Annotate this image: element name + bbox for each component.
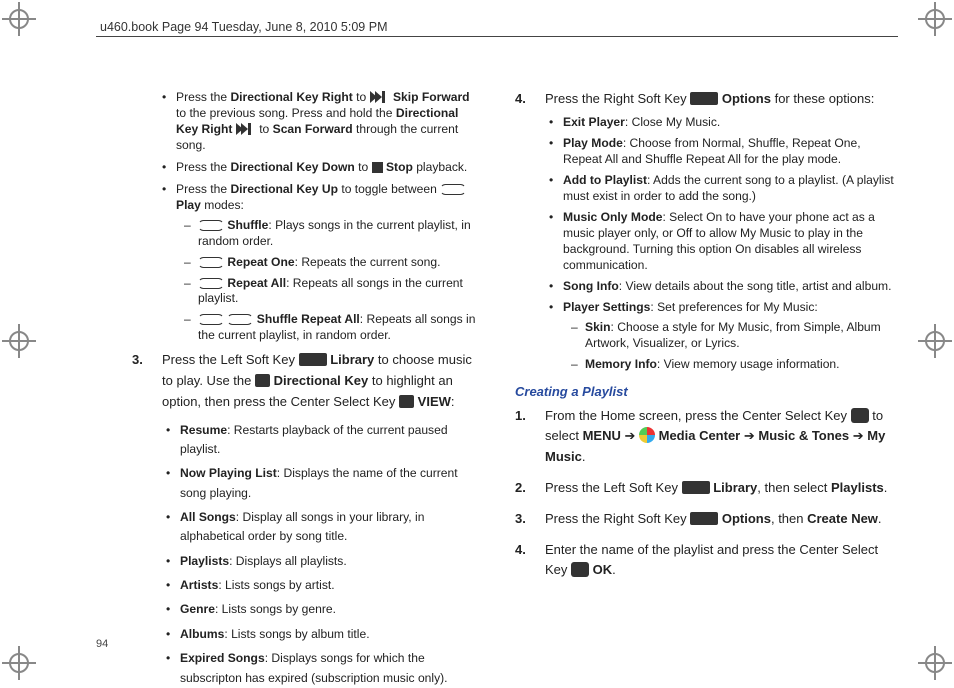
- column-right: 4. Press the Right Soft Key Options for …: [515, 90, 898, 642]
- skip-forward-icon: [236, 123, 256, 136]
- list-item: Skin: Choose a style for My Music, from …: [563, 320, 898, 352]
- list-item: Repeat One: Repeats the current song.: [176, 255, 479, 271]
- list-item: All Songs: Display all songs in your lib…: [162, 508, 479, 547]
- list-item: Memory Info: View memory usage informati…: [563, 357, 898, 373]
- book-page-caption: u460.book Page 94 Tuesday, June 8, 2010 …: [100, 20, 387, 34]
- center-select-icon: [571, 562, 589, 577]
- reg-mark-icon: [2, 324, 36, 358]
- list-item: Genre: Lists songs by genre.: [162, 600, 479, 619]
- list-item: 4.Enter the name of the playlist and pre…: [515, 540, 898, 582]
- repeat-one-icon: [198, 257, 224, 268]
- shuffle-icon: [198, 314, 224, 325]
- media-center-icon: [639, 427, 655, 443]
- list-item: Albums: Lists songs by album title.: [162, 625, 479, 644]
- reg-mark-icon: [918, 2, 952, 36]
- reg-mark-icon: [918, 646, 952, 680]
- header-rule: [96, 36, 898, 37]
- list-item: Exit Player: Close My Music.: [545, 115, 898, 131]
- section-heading-creating-playlist: Creating a Playlist: [515, 383, 898, 400]
- reg-mark-icon: [2, 646, 36, 680]
- list-item: Play Mode: Choose from Normal, Shuffle, …: [545, 136, 898, 168]
- list-item: Press the Directional Key Right to Skip …: [162, 90, 479, 154]
- list-item: Playlists: Displays all playlists.: [162, 552, 479, 571]
- step-4: 4. Press the Right Soft Key Options for …: [515, 90, 898, 373]
- softkey-icon: [299, 353, 327, 366]
- list-item: Shuffle Repeat All: Repeats all songs in…: [176, 312, 479, 344]
- center-select-icon: [399, 395, 414, 408]
- list-item: Song Info: View details about the song t…: [545, 279, 898, 295]
- list-item: 3.Press the Right Soft Key Options, then…: [515, 509, 898, 530]
- shuffle-icon: [198, 220, 224, 231]
- list-item: Press the Directional Key Down to Stop p…: [162, 160, 479, 176]
- repeat-all-icon: [227, 314, 253, 325]
- softkey-icon: [682, 481, 710, 494]
- column-left: Press the Directional Key Right to Skip …: [96, 90, 479, 642]
- list-item: Shuffle: Plays songs in the current play…: [176, 218, 479, 250]
- repeat-all-icon: [198, 278, 224, 289]
- list-item: Artists: Lists songs by artist.: [162, 576, 479, 595]
- list-item: Resume: Restarts playback of the current…: [162, 421, 479, 460]
- softkey-icon: [690, 512, 718, 525]
- page-number: 94: [96, 638, 108, 650]
- step-3: 3. Press the Left Soft Key Library to ch…: [132, 350, 479, 688]
- list-item: 2.Press the Left Soft Key Library, then …: [515, 478, 898, 499]
- reg-mark-icon: [2, 2, 36, 36]
- center-select-icon: [851, 408, 869, 423]
- list-item: Now Playing List: Displays the name of t…: [162, 464, 479, 503]
- skip-forward-icon: [370, 91, 390, 104]
- repeat-mode-icon: [440, 184, 466, 195]
- directional-key-icon: [255, 374, 270, 387]
- softkey-icon: [690, 92, 718, 105]
- list-item: Repeat All: Repeats all songs in the cur…: [176, 276, 479, 308]
- list-item: Player Settings: Set preferences for My …: [545, 300, 898, 373]
- list-item: Expired Songs: Displays songs for which …: [162, 649, 479, 688]
- list-item: Music Only Mode: Select On to have your …: [545, 210, 898, 274]
- stop-icon: [372, 162, 383, 173]
- reg-mark-icon: [918, 324, 952, 358]
- list-item: Add to Playlist: Adds the current song t…: [545, 173, 898, 205]
- list-item: Press the Directional Key Up to toggle b…: [162, 182, 479, 345]
- page-body: Press the Directional Key Right to Skip …: [96, 90, 898, 642]
- list-item: 1.From the Home screen, press the Center…: [515, 406, 898, 468]
